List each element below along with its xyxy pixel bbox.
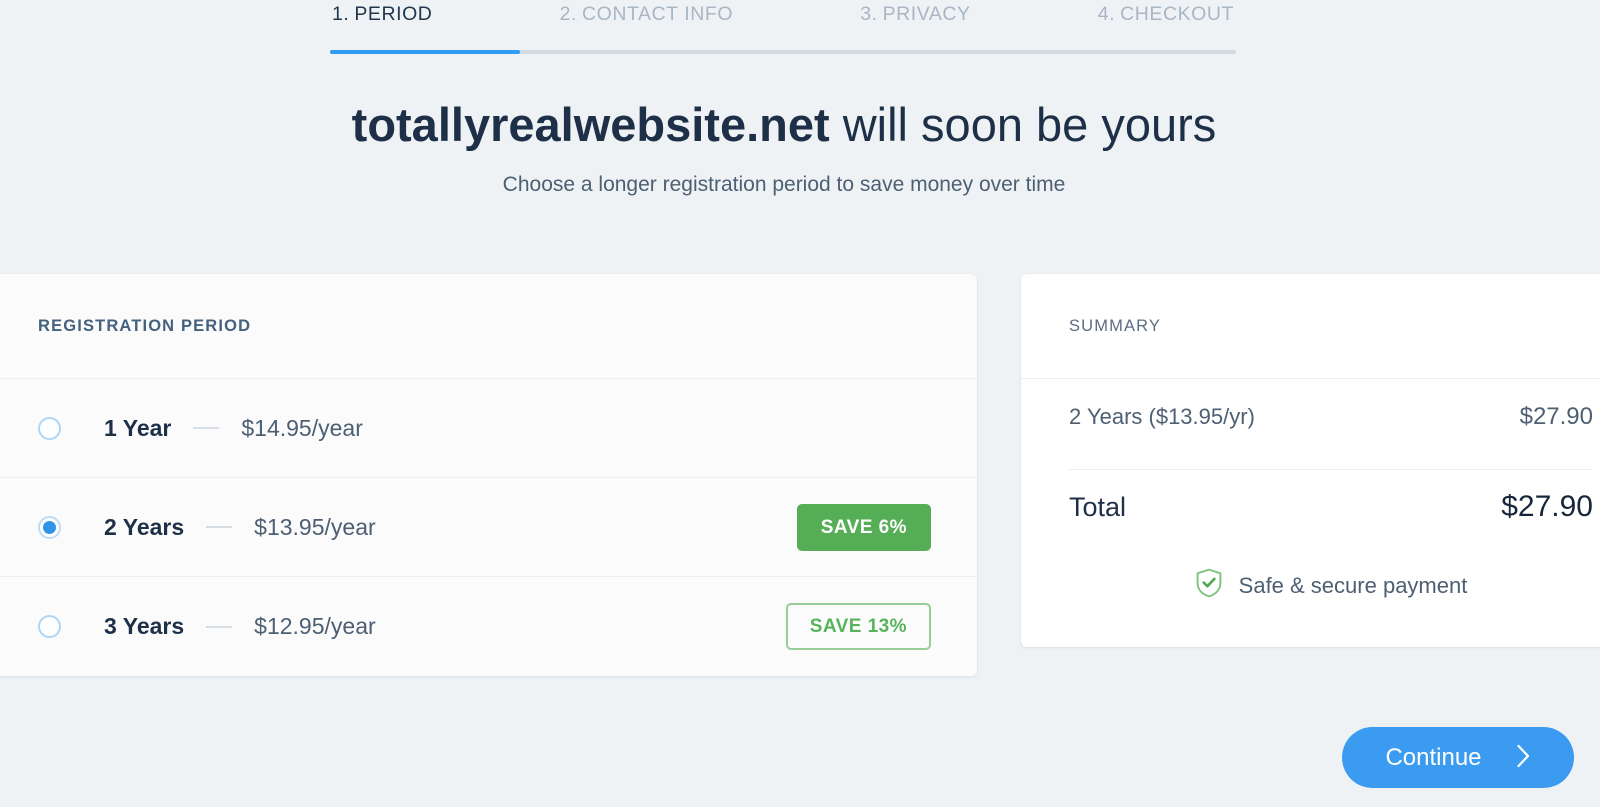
secure-payment-row: Safe & secure payment [1021, 544, 1600, 647]
step-2-contact-info[interactable]: 2. CONTACT INFO [560, 0, 733, 28]
period-option-3-years-price: $12.95/year [254, 613, 376, 639]
continue-button[interactable]: Continue [1342, 727, 1574, 788]
step-4-label: CHECKOUT [1120, 3, 1234, 25]
registration-period-card: REGISTRATION PERIOD 1 Year $14.95/year 2… [0, 274, 977, 676]
progress-fill [330, 50, 520, 54]
summary-total-row: Total $27.90 [1069, 470, 1593, 544]
period-option-2-years-price: $13.95/year [254, 513, 376, 540]
step-2-number: 2. [559, 3, 577, 25]
domain-name: totallyrealwebsite.net [351, 98, 830, 151]
step-2-label: CONTACT INFO [582, 3, 734, 25]
summary-title: SUMMARY [1069, 316, 1162, 335]
page-subtitle: Choose a longer registration period to s… [502, 173, 1066, 196]
period-option-1-year-price: $14.95/year [241, 414, 363, 441]
summary-total-label: Total [1069, 491, 1127, 522]
summary-line-item-label: 2 Years ($13.95/yr) [1069, 404, 1255, 429]
registration-period-title: REGISTRATION PERIOD [38, 316, 252, 335]
summary-line-item: 2 Years ($13.95/yr) $27.90 [1069, 403, 1593, 469]
dash-separator [206, 625, 233, 628]
summary-body: 2 Years ($13.95/yr) $27.90 Total $27.90 [1021, 379, 1600, 544]
checkout-steps: 1. PERIOD 2. CONTACT INFO 3. PRIVACY 4. CHEC… [330, 0, 1236, 54]
period-option-3-years-label: 3 Years [104, 613, 185, 639]
period-option-1-year-label: 1 Year [104, 414, 172, 441]
registration-period-header: REGISTRATION PERIOD [0, 274, 977, 379]
secure-payment-text: Safe & secure payment [1238, 572, 1468, 598]
step-3-number: 3. [860, 3, 878, 25]
step-1-period[interactable]: 1. PERIOD [332, 0, 432, 28]
period-option-3-years[interactable]: 3 Years $12.95/year SAVE 13% [0, 577, 977, 676]
step-3-label: PRIVACY [882, 3, 971, 25]
summary-line-item-value: $27.90 [1519, 403, 1593, 430]
radio-2-years[interactable] [38, 515, 61, 539]
dash-separator [193, 427, 220, 429]
step-1-label: PERIOD [354, 3, 433, 25]
period-option-2-years[interactable]: 2 Years $13.95/year SAVE 6% [0, 478, 977, 577]
save-badge-2-years: SAVE 6% [796, 503, 931, 551]
period-option-2-years-label: 2 Years [104, 513, 185, 540]
period-option-1-year[interactable]: 1 Year $14.95/year [0, 379, 977, 478]
radio-3-years[interactable] [38, 615, 61, 638]
step-1-number: 1. [332, 3, 350, 25]
step-4-checkout[interactable]: 4. CHECKOUT [1098, 0, 1234, 28]
checkout-page: 1. PERIOD 2. CONTACT INFO 3. PRIVACY 4. CHEC… [0, 0, 1600, 807]
continue-button-label: Continue [1385, 743, 1482, 771]
page-title: totallyrealwebsite.net will soon be your… [0, 96, 1568, 154]
chevron-right-icon [1516, 744, 1531, 771]
radio-1-year[interactable] [38, 416, 61, 440]
shield-check-icon [1195, 568, 1223, 603]
progress-track [330, 50, 1236, 54]
step-3-privacy[interactable]: 3. PRIVACY [860, 0, 970, 28]
summary-card: SUMMARY 2 Years ($13.95/yr) $27.90 Total… [1021, 274, 1600, 647]
summary-total-value: $27.90 [1501, 490, 1593, 523]
dash-separator [206, 526, 233, 528]
save-badge-3-years: SAVE 13% [785, 603, 931, 650]
summary-header: SUMMARY [1021, 274, 1600, 379]
step-labels-row: 1. PERIOD 2. CONTACT INFO 3. PRIVACY 4. CHEC… [330, 0, 1236, 32]
step-4-number: 4. [1097, 3, 1116, 25]
headline-suffix: will soon be yours [829, 98, 1217, 151]
